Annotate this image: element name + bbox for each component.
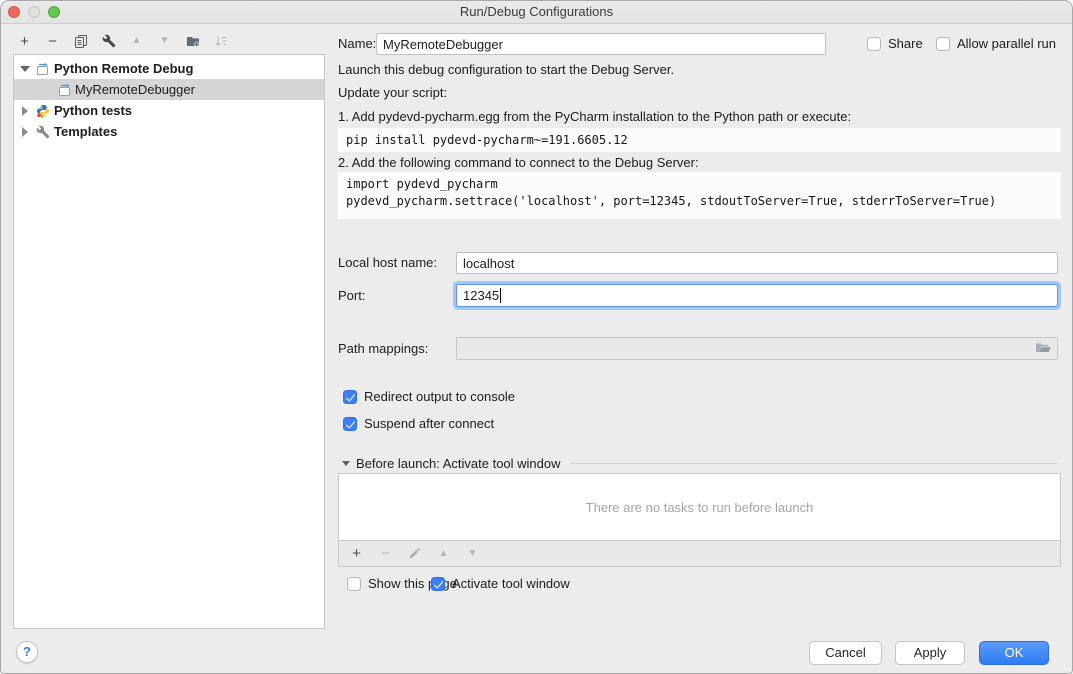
tree-item-python-tests[interactable]: Python tests xyxy=(14,100,324,121)
redirect-output-checkbox[interactable] xyxy=(343,390,357,404)
name-label: Name: xyxy=(338,33,376,55)
suspend-after-connect-row: Suspend after connect xyxy=(343,416,494,431)
allow-parallel-run-checkbox[interactable] xyxy=(936,37,950,51)
tree-item-label: MyRemoteDebugger xyxy=(75,82,195,97)
titlebar[interactable]: Run/Debug Configurations xyxy=(1,1,1072,24)
tree-item-label: Templates xyxy=(54,124,117,139)
configurations-tree: Python Remote Debug MyRemoteDebugger xyxy=(13,54,325,629)
cancel-button[interactable]: Cancel xyxy=(809,641,882,665)
redirect-output-row: Redirect output to console xyxy=(343,389,515,404)
before-launch-toolbar: + − ▲ ▼ xyxy=(338,541,1061,567)
browse-folder-icon[interactable] xyxy=(1035,341,1052,356)
suspend-after-connect-label: Suspend after connect xyxy=(364,416,494,431)
show-this-page-checkbox[interactable] xyxy=(347,577,361,591)
step-2-text: 2. Add the following command to connect … xyxy=(338,155,699,170)
text-caret xyxy=(500,288,501,303)
activate-tool-window-row: Activate tool window xyxy=(431,576,570,591)
remote-debug-config-icon xyxy=(58,83,72,97)
edit-defaults-wrench-icon[interactable] xyxy=(99,31,118,51)
local-host-name-label: Local host name: xyxy=(338,252,437,274)
local-host-name-input[interactable] xyxy=(456,252,1058,274)
before-launch-header[interactable]: Before launch: Activate tool window xyxy=(342,456,1058,471)
edit-task-pencil-icon xyxy=(405,544,424,564)
minimize-window-button xyxy=(28,6,40,18)
configurations-toolbar: + − ▲ ▼ xyxy=(15,29,230,53)
activate-tool-window-label: Activate tool window xyxy=(452,576,570,591)
chevron-expanded-icon[interactable] xyxy=(20,66,30,72)
section-divider xyxy=(571,463,1058,464)
add-configuration-icon[interactable]: + xyxy=(15,31,34,51)
intro-line-1: Launch this debug configuration to start… xyxy=(338,62,674,77)
tree-item-myremotedebugger[interactable]: MyRemoteDebugger xyxy=(14,79,324,100)
allow-parallel-run-checkbox-row: Allow parallel run xyxy=(936,36,1056,51)
copy-configuration-icon[interactable] xyxy=(71,31,90,51)
help-button[interactable]: ? xyxy=(16,641,38,663)
port-label: Port: xyxy=(338,284,365,307)
port-input[interactable]: 12345 xyxy=(456,284,1058,307)
tree-item-python-remote-debug[interactable]: Python Remote Debug xyxy=(14,58,324,79)
code-import-line: import pydevd_pycharm xyxy=(346,177,498,191)
window-title: Run/Debug Configurations xyxy=(1,1,1072,23)
share-checkbox[interactable] xyxy=(867,37,881,51)
new-folder-icon[interactable] xyxy=(183,31,202,51)
zoom-window-button[interactable] xyxy=(48,6,60,18)
before-launch-title: Before launch: Activate tool window xyxy=(356,456,561,471)
remote-debug-config-icon xyxy=(36,62,50,76)
activate-tool-window-checkbox[interactable] xyxy=(431,577,445,591)
move-down-icon: ▼ xyxy=(155,31,174,51)
question-icon: ? xyxy=(23,644,31,659)
suspend-after-connect-checkbox[interactable] xyxy=(343,417,357,431)
add-task-icon[interactable]: + xyxy=(347,544,366,564)
port-value: 12345 xyxy=(463,288,499,303)
remove-task-icon: − xyxy=(376,544,395,564)
tree-item-templates[interactable]: Templates xyxy=(14,121,324,142)
name-input[interactable] xyxy=(376,33,826,55)
apply-button[interactable]: Apply xyxy=(895,641,965,665)
sort-configurations-icon xyxy=(211,31,230,51)
remove-configuration-icon[interactable]: − xyxy=(43,31,62,51)
path-mappings-input[interactable] xyxy=(456,337,1058,360)
move-task-down-icon: ▼ xyxy=(463,544,482,564)
intro-line-2: Update your script: xyxy=(338,85,447,100)
chevron-collapsed-icon[interactable] xyxy=(22,127,28,137)
ok-button[interactable]: OK xyxy=(979,641,1049,665)
move-up-icon: ▲ xyxy=(127,31,146,51)
traffic-lights xyxy=(8,6,60,18)
settrace-code-snippet[interactable]: import pydevd_pycharm pydevd_pycharm.set… xyxy=(338,172,1061,219)
redirect-output-label: Redirect output to console xyxy=(364,389,515,404)
tree-item-label: Python Remote Debug xyxy=(54,61,193,76)
path-mappings-label: Path mappings: xyxy=(338,337,428,360)
section-expanded-icon[interactable] xyxy=(342,461,350,466)
step-1-text: 1. Add pydevd-pycharm.egg from the PyCha… xyxy=(338,109,851,124)
python-tests-icon xyxy=(36,104,50,118)
move-task-up-icon: ▲ xyxy=(434,544,453,564)
tree-item-label: Python tests xyxy=(54,103,132,118)
chevron-collapsed-icon[interactable] xyxy=(22,106,28,116)
code-settrace-line: pydevd_pycharm.settrace('localhost', por… xyxy=(346,194,996,208)
tasks-empty-message: There are no tasks to run before launch xyxy=(586,500,814,515)
close-window-button[interactable] xyxy=(8,6,20,18)
share-label: Share xyxy=(888,36,923,51)
share-checkbox-row: Share xyxy=(867,36,923,51)
before-launch-tasks-list[interactable]: There are no tasks to run before launch xyxy=(338,473,1061,541)
templates-wrench-icon xyxy=(36,125,50,139)
run-debug-configurations-dialog: Run/Debug Configurations + − ▲ ▼ xyxy=(0,0,1073,674)
pip-install-code-snippet[interactable]: pip install pydevd-pycharm~=191.6605.12 xyxy=(338,128,1061,152)
allow-parallel-run-label: Allow parallel run xyxy=(957,36,1056,51)
